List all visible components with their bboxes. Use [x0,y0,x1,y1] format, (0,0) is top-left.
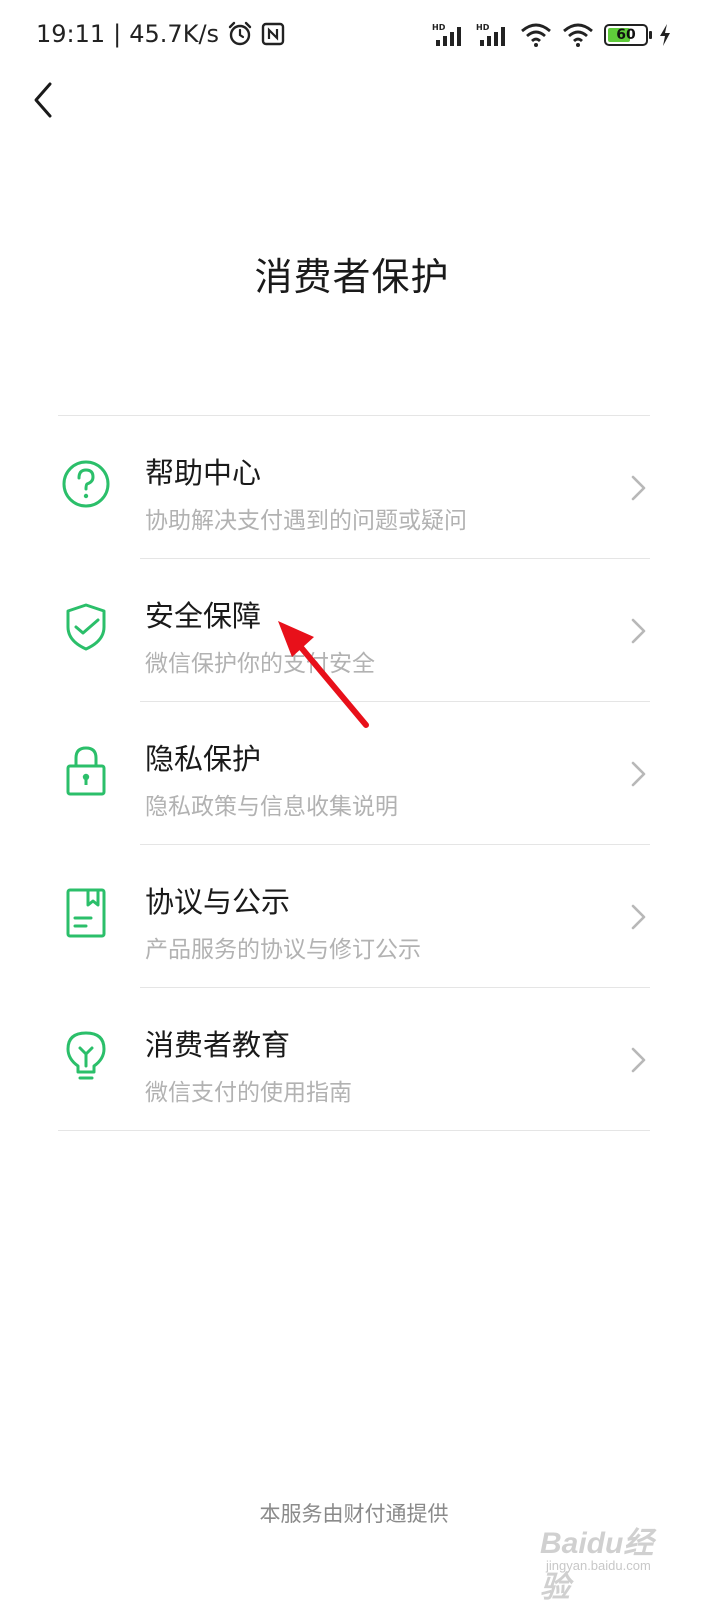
annotation-arrow [278,621,369,728]
chevron-right-icon [630,1046,648,1074]
question-circle-icon [58,456,114,512]
status-right: HD HD 60 [432,18,672,52]
alarm-icon [227,21,253,47]
wifi-icon-2 [562,22,594,48]
menu-item-subtitle: 微信支付的使用指南 [145,1080,352,1106]
chevron-right-icon [630,617,648,645]
signal1-label: HD [432,23,446,32]
nfc-icon [261,22,285,46]
menu-item-title: 帮助中心 [145,456,262,490]
status-separator: | [113,20,122,48]
watermark-sub: jingyan.baidu.com [546,1558,651,1573]
menu-item-subtitle: 隐私政策与信息收集说明 [145,794,398,820]
chevron-left-icon [34,82,52,118]
lock-icon [58,742,114,798]
page-title: 消费者保护 [254,255,450,299]
menu-item-subtitle: 协助解决支付遇到的问题或疑问 [145,508,467,534]
battery-level: 60 [616,27,636,43]
menu-item-agreements[interactable]: 协议与公示 产品服务的协议与修订公示 [58,845,650,988]
menu-item-consumer-education[interactable]: 消费者教育 微信支付的使用指南 [58,988,650,1131]
battery-icon: 60 [604,24,652,46]
shield-check-icon [58,599,114,655]
signal-icon: HD [432,22,466,48]
menu-item-title: 协议与公示 [145,885,291,919]
menu-item-title: 隐私保护 [145,742,262,776]
menu-item-subtitle: 产品服务的协议与修订公示 [145,937,421,963]
chevron-right-icon [630,760,648,788]
wifi-icon [520,22,552,48]
baidu-watermark: Baidu经验 jingyan.baidu.com [540,1512,680,1604]
status-left: 19:11 | 45.7K/s [36,16,285,52]
signal2-label: HD [476,23,490,32]
chevron-right-icon [630,474,648,502]
charging-icon [658,24,672,46]
signal-icon-2: HD [476,22,510,48]
chevron-right-icon [630,903,648,931]
divider [58,1130,650,1131]
document-icon [58,885,114,941]
status-bar: 19:11 | 45.7K/s HD HD 60 [0,0,720,68]
menu-item-help-center[interactable]: 帮助中心 协助解决支付遇到的问题或疑问 [58,416,650,559]
menu-list: 帮助中心 协助解决支付遇到的问题或疑问 安全保障 微信保护你的支付安全 隐私保护… [58,415,650,1131]
lightbulb-icon [58,1028,114,1084]
network-speed: 45.7K/s [129,20,220,48]
status-time: 19:11 [36,20,106,48]
menu-item-title: 安全保障 [145,599,262,633]
back-button[interactable] [24,76,68,124]
menu-item-title: 消费者教育 [145,1028,291,1062]
